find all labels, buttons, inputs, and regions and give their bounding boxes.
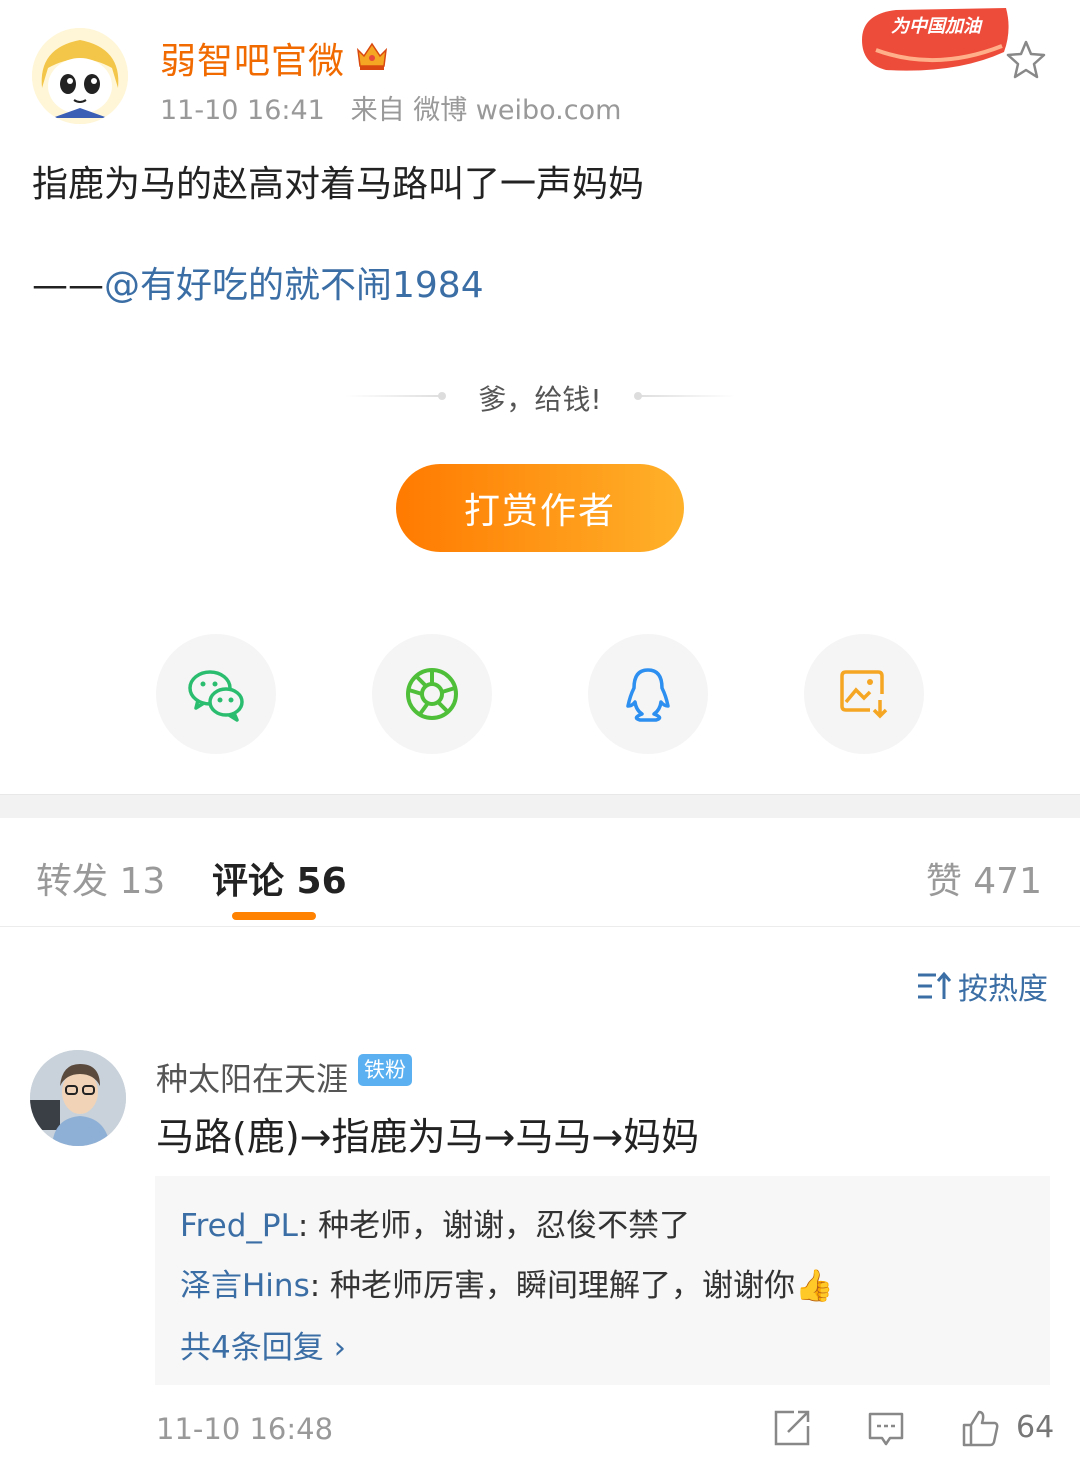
post-attribution: ——@有好吃的就不闹1984 (32, 256, 484, 308)
post-meta: 11-10 16:41 来自 微博 weibo.com (160, 88, 621, 127)
comment-timestamp: 11-10 16:48 (156, 1412, 334, 1446)
active-tab-indicator (232, 912, 316, 920)
more-replies-link[interactable]: 共4条回复 › (180, 1322, 346, 1367)
share-qq-button[interactable] (588, 634, 708, 754)
save-image-button[interactable] (804, 634, 924, 754)
reward-prompt: 爹，给钱! (478, 383, 602, 416)
cheer-badge[interactable]: 为中国加油 (856, 0, 1016, 76)
reply-text: : 种老师，谢谢，忍俊不禁了 (297, 1208, 691, 1244)
reward-button[interactable]: 打赏作者 (396, 464, 684, 552)
fan-badge: 铁粉 (358, 1054, 412, 1086)
commenter-name[interactable]: 种太阳在天涯 (156, 1054, 348, 1100)
section-separator (0, 794, 1080, 818)
tab-repost[interactable]: 转发 13 (36, 852, 165, 904)
attribution-dash: —— (32, 265, 104, 306)
comment-text: 马路(鹿)→指鹿为马→马马→妈妈 (156, 1115, 700, 1159)
mention-link[interactable]: @有好吃的就不闹1984 (104, 265, 484, 306)
favorite-star-icon[interactable] (1004, 38, 1048, 82)
reply-item[interactable]: Fred_PL: 种老师，谢谢，忍俊不禁了 (180, 1200, 690, 1245)
reply-comment-icon[interactable] (866, 1408, 906, 1448)
post-source: 来自 微博 weibo.com (350, 95, 622, 126)
sort-label: 按热度 (958, 972, 1048, 1007)
author-name[interactable]: 弱智吧官微 (160, 32, 345, 84)
post-text: 指鹿为马的赵高对着马路叫了一声妈妈 (32, 164, 645, 205)
author-avatar[interactable] (32, 28, 128, 124)
like-thumb-icon[interactable] (960, 1408, 1000, 1448)
save-image-icon (840, 670, 888, 719)
reply-text: : 种老师厉害，瞬间理解了，谢谢你👍 (309, 1268, 834, 1304)
reply-author[interactable]: 泽言Hins (180, 1268, 310, 1304)
qq-icon (626, 668, 670, 722)
comment-like-count: 64 (1016, 1410, 1055, 1445)
moments-icon (406, 668, 458, 720)
vip-crown-icon (354, 38, 390, 72)
wechat-icon (188, 670, 244, 722)
reply-item[interactable]: 泽言Hins: 种老师厉害，瞬间理解了，谢谢你👍 (180, 1260, 834, 1305)
share-moments-button[interactable] (372, 634, 492, 754)
tab-comments[interactable]: 评论 56 (212, 852, 347, 904)
sort-icon (918, 971, 952, 999)
badge-text: 为中国加油 (891, 16, 983, 36)
divider-line-right (636, 395, 736, 397)
commenter-avatar[interactable] (30, 1050, 126, 1146)
tabs-divider (0, 926, 1080, 927)
repost-comment-icon[interactable] (772, 1408, 812, 1448)
tab-likes[interactable]: 赞 471 (926, 852, 1042, 904)
share-wechat-button[interactable] (156, 634, 276, 754)
post-timestamp: 11-10 16:41 (160, 95, 325, 126)
reply-author[interactable]: Fred_PL (180, 1208, 298, 1244)
sort-button[interactable]: 按热度 (916, 964, 1048, 1008)
